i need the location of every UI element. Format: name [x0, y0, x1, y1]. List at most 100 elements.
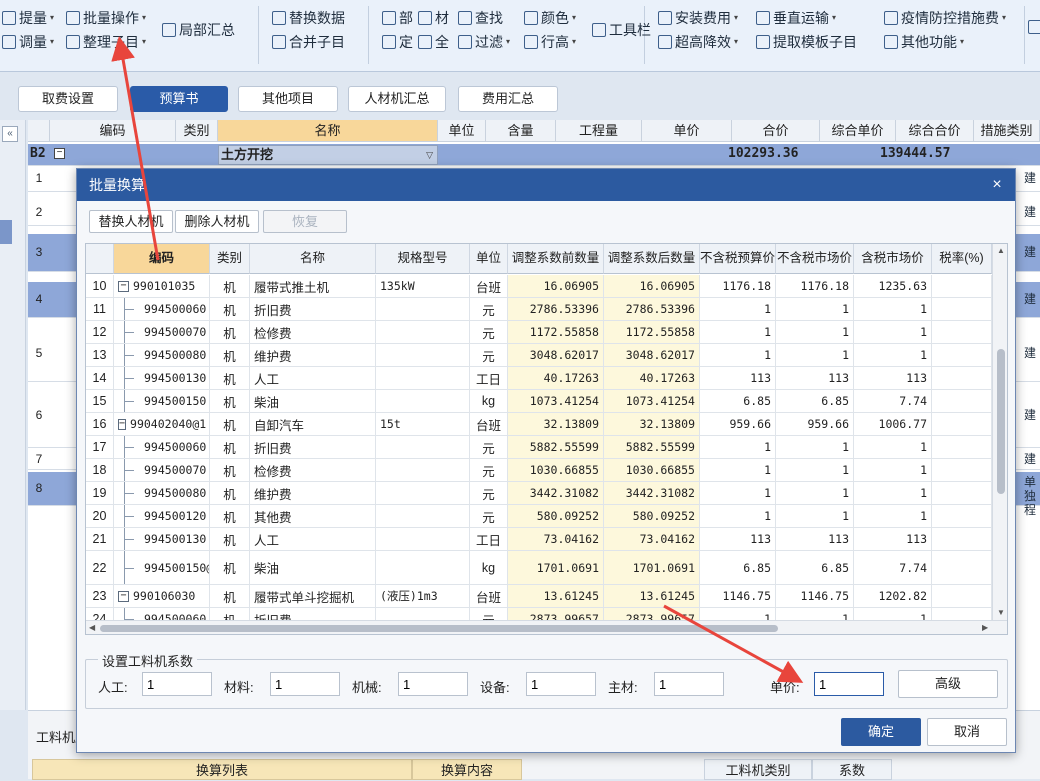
qty-after-cell[interactable]: 13.61245 — [604, 585, 700, 607]
qty-after-cell[interactable]: 1701.0691 — [604, 551, 700, 584]
group-row-b2[interactable]: B2− 土方开挖 ▽ 102293.36 139444.57 — [28, 144, 1040, 166]
qty-after-cell[interactable]: 32.13809 — [604, 413, 700, 435]
code-cell[interactable]: 994500130 — [114, 528, 210, 550]
tab-2[interactable]: 其他项目 — [238, 86, 338, 112]
table-row[interactable]: 22994500150@1机柴油kg1701.06911701.06916.85… — [86, 551, 992, 585]
unit-price-coef-input[interactable] — [814, 672, 884, 696]
ribbon-batch-button[interactable]: 批量操作 ▾ — [66, 8, 146, 28]
qty-before-cell[interactable]: 1172.55858 — [508, 321, 604, 343]
table-row[interactable]: 19 994500080 机维护费元 3442.31082 3442.31082 1 1 1 — [86, 482, 992, 505]
main-col-header[interactable]: 工程量 — [556, 120, 642, 142]
table-row[interactable]: 17 994500060 机折旧费元 5882.55599 5882.55599 1 1 1 — [86, 436, 992, 459]
ribbon-toolbar-button[interactable]: 工具栏 — [592, 20, 651, 40]
table-row[interactable]: 11 994500060 机折旧费元 2786.53396 2786.53396 1 1 1 — [86, 298, 992, 321]
ribbon-other-button[interactable]: 其他功能 ▾ — [884, 32, 964, 52]
qty-after-cell[interactable]: 580.09252 — [604, 505, 700, 527]
qty-before-cell[interactable]: 580.09252 — [508, 505, 604, 527]
scroll-down-icon[interactable]: ▼ — [997, 608, 1005, 617]
lcm-col-header[interactable]: 不含税预算价 — [700, 244, 776, 274]
scroll-up-icon[interactable]: ▲ — [997, 246, 1005, 255]
lcm-col-header[interactable]: 税率(%) — [932, 244, 992, 274]
lcm-col-header[interactable]: 规格型号 — [376, 244, 470, 274]
scroll-right-icon[interactable]: ▶ — [982, 623, 988, 632]
collapse-left-pane-button[interactable]: « — [2, 126, 18, 142]
collapse-icon[interactable]: − — [118, 280, 129, 292]
tab-4[interactable]: 费用汇总 — [458, 86, 558, 112]
table-row[interactable]: 15 994500150 机柴油 kg 1073.41254 1073.41254 6.85… — [86, 390, 992, 413]
main-col-header[interactable]: 措施类别 — [974, 120, 1040, 142]
tab-3[interactable]: 人材机汇总 — [348, 86, 446, 112]
close-icon[interactable]: × — [987, 169, 1007, 201]
ribbon-merge-button[interactable]: 合并子目 — [272, 32, 345, 52]
ok-button[interactable]: 确定 — [841, 718, 921, 746]
lcm-col-header[interactable]: 不含税市场价 — [776, 244, 854, 274]
qty-before-cell[interactable]: 3442.31082 — [508, 482, 604, 504]
code-cell[interactable]: 994500130 — [114, 367, 210, 389]
ribbon-dept-button[interactable]: 部 — [382, 8, 413, 28]
ribbon-filter-button[interactable]: 过滤 ▾ — [458, 32, 510, 52]
qty-after-cell[interactable]: 16.06905 — [604, 275, 700, 297]
main-col-header[interactable]: 单价 — [642, 120, 732, 142]
ribbon-template-button[interactable]: 提取模板子目 — [756, 32, 857, 52]
qty-before-cell[interactable]: 5882.55599 — [508, 436, 604, 458]
lcm-col-header[interactable]: 调整系数后数量 — [604, 244, 700, 274]
main-col-header[interactable]: 综合合价 — [896, 120, 974, 142]
qty-before-cell[interactable]: 1073.41254 — [508, 390, 604, 412]
main-col-header[interactable]: 合价 — [732, 120, 820, 142]
collapse-icon[interactable]: − — [54, 148, 65, 159]
ribbon-install-fee-button[interactable]: 安装费用 ▾ — [658, 8, 738, 28]
qty-before-cell[interactable]: 1701.0691 — [508, 551, 604, 584]
qty-before-cell[interactable]: 3048.62017 — [508, 344, 604, 366]
equipment-coef-input[interactable] — [526, 672, 596, 696]
delete-lcm-button[interactable]: 删除人材机 — [175, 210, 259, 233]
qty-before-cell[interactable]: 40.17263 — [508, 367, 604, 389]
table-row[interactable]: 20 994500120 机其他费元 580.09252 580.09252 1 1 1 — [86, 505, 992, 528]
ribbon-material-button[interactable]: 材 — [418, 8, 449, 28]
qty-after-cell[interactable]: 1030.66855 — [604, 459, 700, 481]
code-cell[interactable]: 994500070 — [114, 459, 210, 481]
ribbon-extract-button[interactable]: 提量 ▾ — [2, 8, 54, 28]
qty-before-cell[interactable]: 73.04162 — [508, 528, 604, 550]
qty-after-cell[interactable]: 3048.62017 — [604, 344, 700, 366]
qty-before-cell[interactable]: 1030.66855 — [508, 459, 604, 481]
code-cell[interactable]: 994500060 — [114, 298, 210, 320]
material-coef-input[interactable] — [270, 672, 340, 696]
qty-after-cell[interactable]: 3442.31082 — [604, 482, 700, 504]
ribbon-search-button[interactable]: 查找 — [458, 8, 503, 28]
lcm-col-header[interactable]: 调整系数前数量 — [508, 244, 604, 274]
code-cell[interactable]: 994500060 — [114, 436, 210, 458]
scroll-left-icon[interactable]: ◀ — [89, 623, 95, 632]
code-cell[interactable]: −990101035 — [114, 275, 210, 297]
tab-1[interactable]: 预算书 — [130, 86, 228, 112]
vertical-scroll-thumb[interactable] — [997, 349, 1005, 494]
ribbon-summary-button[interactable]: 局部汇总 — [162, 20, 235, 40]
code-cell[interactable]: −990106030 — [114, 585, 210, 607]
ribbon-quota-button[interactable]: 定 — [382, 32, 413, 52]
ribbon-transport-button[interactable]: 垂直运输 ▾ — [756, 8, 836, 28]
code-cell[interactable]: −990402040@1 — [114, 413, 210, 435]
main-col-header[interactable]: 综合单价 — [820, 120, 896, 142]
qty-after-cell[interactable]: 1172.55858 — [604, 321, 700, 343]
ribbon-all-button[interactable]: 全 — [418, 32, 449, 52]
table-row[interactable]: 14 994500130 机人工 工日 40.17263 40.17263 113 113 11… — [86, 367, 992, 390]
table-row[interactable]: 16−990402040@1 机自卸汽车 15t 台班 32.13809 32.13809… — [86, 413, 992, 436]
main-col-header[interactable]: 名称 — [218, 120, 438, 142]
replace-lcm-button[interactable]: 替换人材机 — [89, 210, 173, 233]
qty-before-cell[interactable]: 2786.53396 — [508, 298, 604, 320]
group-name-dropdown[interactable]: 土方开挖 ▽ — [218, 145, 438, 165]
qty-before-cell[interactable]: 16.06905 — [508, 275, 604, 297]
labor-coef-input[interactable] — [142, 672, 212, 696]
code-cell[interactable]: 994500080 — [114, 344, 210, 366]
main-col-header[interactable]: 单位 — [438, 120, 486, 142]
collapse-icon[interactable]: − — [118, 590, 129, 602]
qty-before-cell[interactable]: 13.61245 — [508, 585, 604, 607]
code-cell[interactable]: 994500150@1 — [114, 551, 210, 584]
restore-button[interactable]: 恢复 — [263, 210, 347, 233]
machine-coef-input[interactable] — [398, 672, 468, 696]
lcm-col-header[interactable]: 编码 — [114, 244, 210, 274]
horizontal-scroll-thumb[interactable] — [100, 625, 778, 632]
ribbon-epidemic-button[interactable]: 疫情防控措施费 ▾ — [884, 8, 1006, 28]
qty-after-cell[interactable]: 40.17263 — [604, 367, 700, 389]
code-cell[interactable]: 994500120 — [114, 505, 210, 527]
qty-after-cell[interactable]: 2786.53396 — [604, 298, 700, 320]
